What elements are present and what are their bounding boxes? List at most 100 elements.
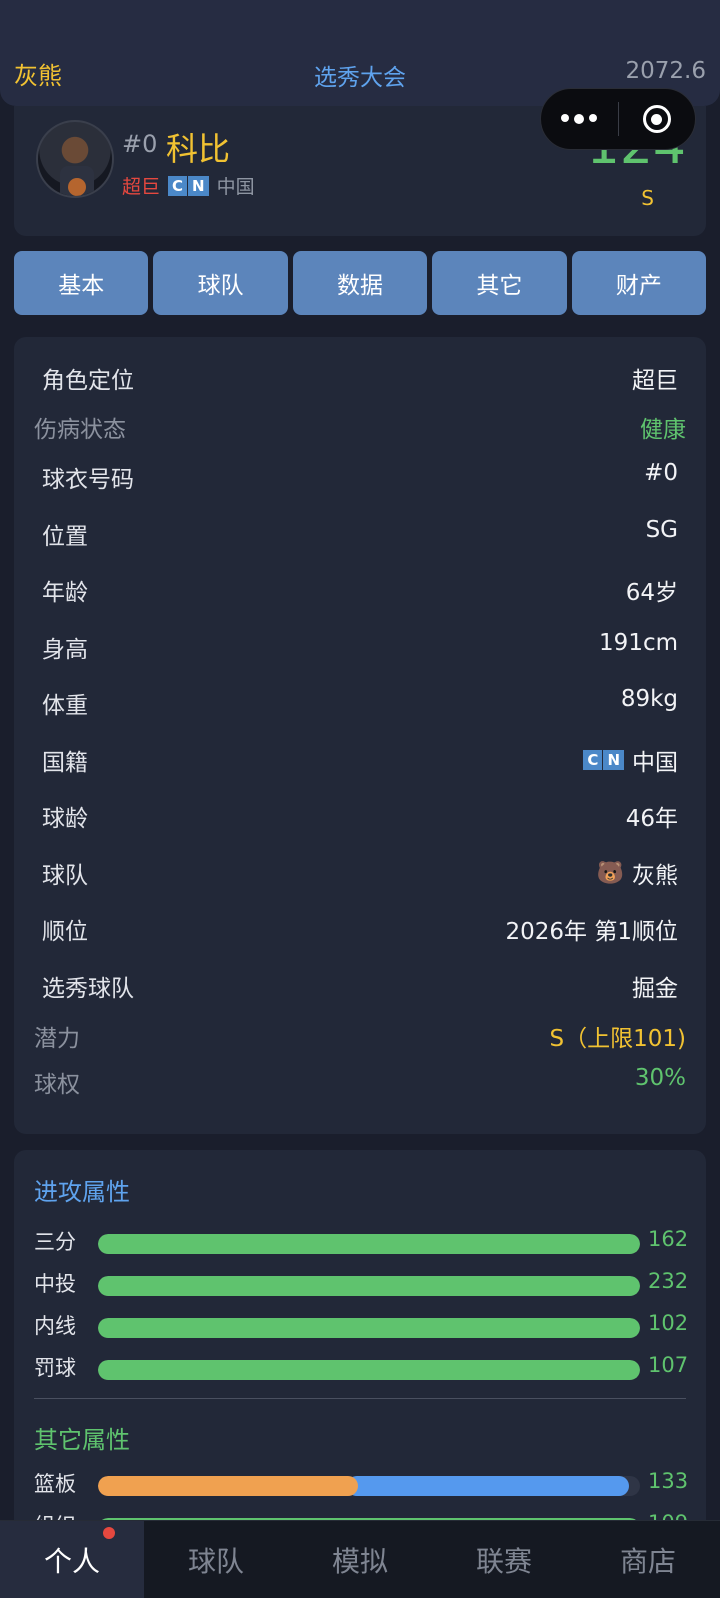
info-value: SG <box>645 517 678 543</box>
attr-row-midrange: 中投 232 <box>14 1268 706 1298</box>
attr-row-three: 三分 162 <box>14 1226 706 1256</box>
info-key: 角色定位 <box>42 368 134 394</box>
info-row-injury: 伤病状态 健康 <box>14 404 706 444</box>
info-key: 体重 <box>42 693 88 719</box>
tab-stats[interactable]: 数据 <box>292 251 428 315</box>
nav-shop[interactable]: 商店 <box>576 1521 720 1598</box>
attr-bar <box>98 1276 640 1296</box>
info-row-career: 球龄 46年 <box>14 793 706 833</box>
info-row-height: 身高 191cm <box>14 624 706 664</box>
bottom-nav: 个人 球队 模拟 联赛 商店 <box>0 1520 720 1598</box>
nav-league[interactable]: 联赛 <box>432 1521 576 1598</box>
info-value: C N 中国 <box>583 743 678 777</box>
tab-team[interactable]: 球队 <box>153 251 288 315</box>
close-miniprogram-button[interactable] <box>619 89 696 149</box>
more-button[interactable] <box>541 89 618 149</box>
miniprogram-capsule <box>540 88 696 150</box>
info-key: 球权 <box>34 1072 80 1098</box>
info-value: 🐻 灰熊 <box>597 856 678 890</box>
tab-bar: 基本 球队 数据 其它 财产 <box>14 251 707 315</box>
attr-bar <box>98 1318 640 1338</box>
info-value: 46年 <box>625 806 678 832</box>
attr-bar <box>98 1476 640 1496</box>
target-close-icon <box>642 105 671 133</box>
info-key: 位置 <box>42 524 88 550</box>
info-value: 掘金 <box>632 976 678 1002</box>
attr-bar-fill <box>98 1234 640 1254</box>
info-row-team: 球队 🐻 灰熊 <box>14 850 706 890</box>
funds-value: 2072.6 <box>625 58 706 84</box>
info-key: 球衣号码 <box>42 467 134 493</box>
nationality-text: 中国 <box>632 750 678 776</box>
notification-dot <box>103 1527 115 1539</box>
more-dots-icon <box>561 114 598 124</box>
attr-bar <box>98 1234 640 1254</box>
info-value: 健康 <box>640 417 686 443</box>
flag-letter: N <box>188 175 209 196</box>
info-key: 年龄 <box>42 580 88 606</box>
info-key: 球龄 <box>42 806 88 832</box>
attr-row-freethrow: 罚球 107 <box>14 1352 706 1382</box>
info-key: 选秀球队 <box>42 976 134 1002</box>
info-row-draft-team: 选秀球队 掘金 <box>14 963 706 1003</box>
info-key: 顺位 <box>42 919 88 945</box>
tab-other[interactable]: 其它 <box>432 251 567 315</box>
attr-value: 232 <box>648 1269 689 1293</box>
cn-flag-icon: C N <box>583 750 624 770</box>
page-title: 选秀大会 <box>314 65 406 91</box>
team-text: 灰熊 <box>632 863 678 889</box>
info-value: 64岁 <box>625 580 678 606</box>
flag-letter: C <box>583 750 603 770</box>
player-meta: 超巨 C N 中国 <box>122 172 255 199</box>
info-row-role: 角色定位 超巨 <box>14 355 706 395</box>
nav-label: 个人 <box>43 1544 100 1578</box>
info-key: 国籍 <box>42 750 88 776</box>
player-number: #0 <box>122 130 158 158</box>
player-country: 中国 <box>216 176 255 198</box>
tab-assets[interactable]: 财产 <box>571 251 707 315</box>
cn-flag-icon: C N <box>168 175 209 196</box>
player-avatar[interactable] <box>36 120 114 198</box>
info-key: 球队 <box>42 863 88 889</box>
info-value: 89kg <box>620 686 678 712</box>
attributes-panel: 进攻属性 三分 162 中投 232 内线 102 罚球 107 其它属性 篮板 <box>14 1150 706 1540</box>
flag-letter: N <box>603 750 624 770</box>
offense-title: 进攻属性 <box>34 1178 130 1206</box>
info-key: 身高 <box>42 637 88 663</box>
attr-bar <box>98 1360 640 1380</box>
attr-label: 三分 <box>34 1230 76 1254</box>
info-row-age: 年龄 64岁 <box>14 567 706 607</box>
nav-simulate[interactable]: 模拟 <box>288 1521 432 1598</box>
info-value: S（上限101) <box>549 1026 686 1052</box>
info-value: 2026年 第1顺位 <box>505 919 678 945</box>
info-value: 191cm <box>599 630 678 656</box>
basic-info-panel: 角色定位 超巨 伤病状态 健康 球衣号码 #0 位置 SG 年龄 64岁 身高 … <box>14 337 706 1134</box>
info-row-usage: 球权 30% <box>14 1059 706 1099</box>
info-value: 超巨 <box>632 368 678 394</box>
role-tag: 超巨 <box>122 176 161 198</box>
attr-row-rebound: 篮板 133 <box>14 1468 706 1498</box>
nav-team[interactable]: 球队 <box>144 1521 288 1598</box>
attr-label: 罚球 <box>34 1356 76 1380</box>
other-title: 其它属性 <box>34 1426 130 1454</box>
attr-value: 102 <box>648 1311 689 1335</box>
flag-letter: C <box>168 175 188 196</box>
info-value: 30% <box>634 1065 686 1091</box>
info-key: 伤病状态 <box>34 417 126 443</box>
info-row-position: 位置 SG <box>14 511 706 551</box>
info-value: #0 <box>644 460 678 486</box>
nav-label: 球队 <box>187 1544 244 1578</box>
attr-bar-bonus-fill <box>347 1476 630 1496</box>
info-row-draft-pick: 顺位 2026年 第1顺位 <box>14 906 706 946</box>
attr-bar-fill <box>98 1276 640 1296</box>
nav-personal[interactable]: 个人 <box>0 1521 144 1598</box>
attr-row-inside: 内线 102 <box>14 1310 706 1340</box>
nav-label: 联赛 <box>475 1544 532 1578</box>
tab-basic[interactable]: 基本 <box>14 251 149 315</box>
info-row-weight: 体重 89kg <box>14 680 706 720</box>
attr-value: 133 <box>648 1469 689 1493</box>
attr-value: 162 <box>648 1227 689 1251</box>
attr-bar-fill <box>98 1360 640 1380</box>
attr-label: 篮板 <box>34 1472 76 1496</box>
nav-label: 商店 <box>619 1544 676 1578</box>
